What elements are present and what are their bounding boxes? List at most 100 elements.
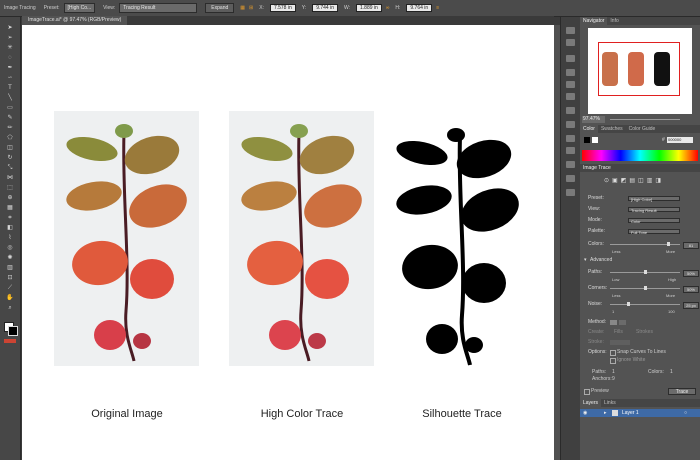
paths-slider-knob[interactable]	[643, 270, 647, 274]
snap-curves-checkbox[interactable]	[610, 350, 616, 356]
paintbrush-tool-icon[interactable]: ✎	[6, 115, 14, 121]
h-field[interactable]: 9.764 in	[406, 4, 433, 12]
method-overlapping-icon[interactable]	[619, 320, 626, 325]
tab-links[interactable]: Links	[601, 399, 619, 407]
stroke-swatch[interactable]	[8, 326, 18, 336]
layer-target-icon[interactable]: ○	[684, 409, 687, 417]
color-mode-icon[interactable]	[4, 339, 16, 343]
ignore-white-checkbox[interactable]	[610, 358, 616, 364]
width-tool-icon[interactable]: ⋈	[6, 175, 14, 181]
slice-tool-icon[interactable]: ⟋	[6, 285, 14, 291]
selection-tool-icon[interactable]: ➤	[6, 25, 14, 31]
symbols-icon[interactable]	[566, 135, 575, 142]
type-tool-icon[interactable]: T	[6, 85, 14, 91]
lasso-tool-icon[interactable]: ◌	[6, 55, 14, 61]
pen-tool-icon[interactable]: ✒	[6, 65, 14, 71]
graphic-styles-icon[interactable]	[566, 121, 575, 128]
free-transform-tool-icon[interactable]: ⬚	[6, 185, 14, 191]
zoom-tool-icon[interactable]: ⌕	[6, 305, 14, 311]
tab-info[interactable]: Info	[607, 17, 621, 25]
graph-tool-icon[interactable]: ▥	[6, 265, 14, 271]
layer-visibility-icon[interactable]: ◉	[583, 409, 587, 417]
y-field[interactable]: 9.744 in	[312, 4, 338, 12]
mesh-tool-icon[interactable]: ⌗	[6, 215, 14, 221]
trace-preset-dropdown[interactable]: [High Color]	[628, 196, 680, 202]
transform-panel-icon[interactable]	[566, 189, 575, 196]
hex-color-field[interactable]: 000000	[667, 137, 693, 143]
rotate-tool-icon[interactable]: ↻	[6, 155, 14, 161]
paths-value-field[interactable]: 50%	[683, 270, 699, 277]
link-icon[interactable]: ∞	[386, 5, 390, 11]
artboard-canvas[interactable]: Original Image High Color Trace Silhouet…	[22, 25, 554, 460]
play-icon[interactable]	[566, 27, 575, 34]
stroke-width-field[interactable]	[610, 340, 630, 345]
corners-value-field[interactable]: 50%	[683, 286, 699, 293]
paths-slider[interactable]	[610, 270, 680, 274]
noise-slider[interactable]	[610, 302, 680, 306]
corners-slider-knob[interactable]	[643, 286, 647, 290]
navigator-zoom-slider[interactable]	[610, 119, 680, 120]
hand-tool-icon[interactable]: ✋	[6, 295, 14, 301]
eraser-tool-icon[interactable]: ◫	[6, 145, 14, 151]
libraries-icon[interactable]	[566, 39, 575, 46]
fills-checkbox-label[interactable]: Fills	[614, 329, 623, 336]
line-tool-icon[interactable]: ╲	[6, 95, 14, 101]
transparency-panel-icon[interactable]	[566, 93, 575, 100]
preset-dropdown[interactable]: [High Co...	[63, 3, 96, 13]
advanced-chevron-icon[interactable]: ▾	[584, 257, 587, 264]
tab-navigator[interactable]: Navigator	[580, 17, 608, 25]
navigator-thumbnail[interactable]	[588, 28, 692, 114]
colors-slider-knob[interactable]	[666, 242, 670, 246]
appearance-panel-icon[interactable]	[566, 107, 575, 114]
layer-name[interactable]: Layer 1	[622, 409, 639, 417]
perspective-grid-tool-icon[interactable]: ▦	[6, 205, 14, 211]
artboard-tool-icon[interactable]: ⊡	[6, 275, 14, 281]
pencil-tool-icon[interactable]: ✏	[6, 125, 14, 131]
color-fill-chip[interactable]	[592, 137, 598, 143]
transform-icon[interactable]: ⊞	[249, 5, 253, 11]
preset-icons[interactable]: ⊙▣◩▤◫▥◨	[604, 177, 664, 184]
tab-swatches[interactable]: Swatches	[598, 125, 626, 133]
document-tab[interactable]: ImageTrace.ai* @ 97.47% (RGB/Preview)	[22, 16, 128, 25]
align-icon[interactable]: ▦	[240, 5, 245, 11]
corners-slider[interactable]	[610, 286, 680, 290]
navigator-zoom-field[interactable]: 97.47%	[582, 116, 605, 123]
tab-color-guide[interactable]: Color Guide	[626, 125, 659, 133]
rectangle-tool-icon[interactable]: ▭	[6, 105, 14, 111]
trace-button[interactable]: Trace	[668, 388, 696, 395]
color-stroke-chip[interactable]	[584, 137, 590, 143]
pathfinder-icon[interactable]	[566, 175, 575, 182]
direct-selection-tool-icon[interactable]: ➢	[6, 35, 14, 41]
tab-layers[interactable]: Layers	[580, 399, 602, 407]
trace-view-dropdown[interactable]: Tracing Result	[628, 207, 680, 213]
colors-value-field[interactable]: 81	[683, 242, 699, 249]
strokes-checkbox-label[interactable]: Strokes	[636, 329, 653, 336]
symbol-sprayer-tool-icon[interactable]: ✺	[6, 255, 14, 261]
trace-palette-dropdown[interactable]: Full Tone	[628, 229, 680, 235]
color-spectrum[interactable]	[582, 150, 698, 161]
advanced-label[interactable]: Advanced	[590, 257, 612, 264]
layer-expand-icon[interactable]: ▸	[604, 409, 607, 417]
view-dropdown[interactable]: Tracing Result	[119, 3, 198, 13]
brushes-icon[interactable]	[566, 147, 575, 154]
curvature-tool-icon[interactable]: ∽	[6, 75, 14, 81]
align-panel-icon[interactable]	[566, 161, 575, 168]
method-abutting-icon[interactable]	[610, 320, 617, 325]
preview-checkbox[interactable]	[584, 389, 590, 395]
properties-icon[interactable]	[566, 55, 575, 62]
stroke-panel-icon[interactable]	[566, 69, 575, 76]
tab-color[interactable]: Color	[580, 125, 598, 133]
noise-value-field[interactable]: 25 px	[683, 302, 699, 309]
advanced-toggle-row[interactable]: ▾ Advanced	[580, 257, 700, 264]
w-field[interactable]: 1.889 in	[356, 4, 382, 12]
gradient-tool-icon[interactable]: ◧	[6, 225, 14, 231]
noise-slider-knob[interactable]	[626, 302, 630, 306]
shaper-tool-icon[interactable]: ⬠	[6, 135, 14, 141]
colors-slider[interactable]	[610, 242, 680, 246]
x-field[interactable]: 7.578 in	[269, 4, 296, 12]
image-tracing-label[interactable]: Image Tracing	[0, 5, 40, 11]
menu-icon[interactable]: ≡	[436, 5, 439, 11]
layer-row[interactable]: ◉ ▸ Layer 1 ○	[580, 409, 700, 417]
expand-button[interactable]: Expand	[205, 3, 235, 13]
scale-tool-icon[interactable]: ⤡	[6, 165, 14, 171]
